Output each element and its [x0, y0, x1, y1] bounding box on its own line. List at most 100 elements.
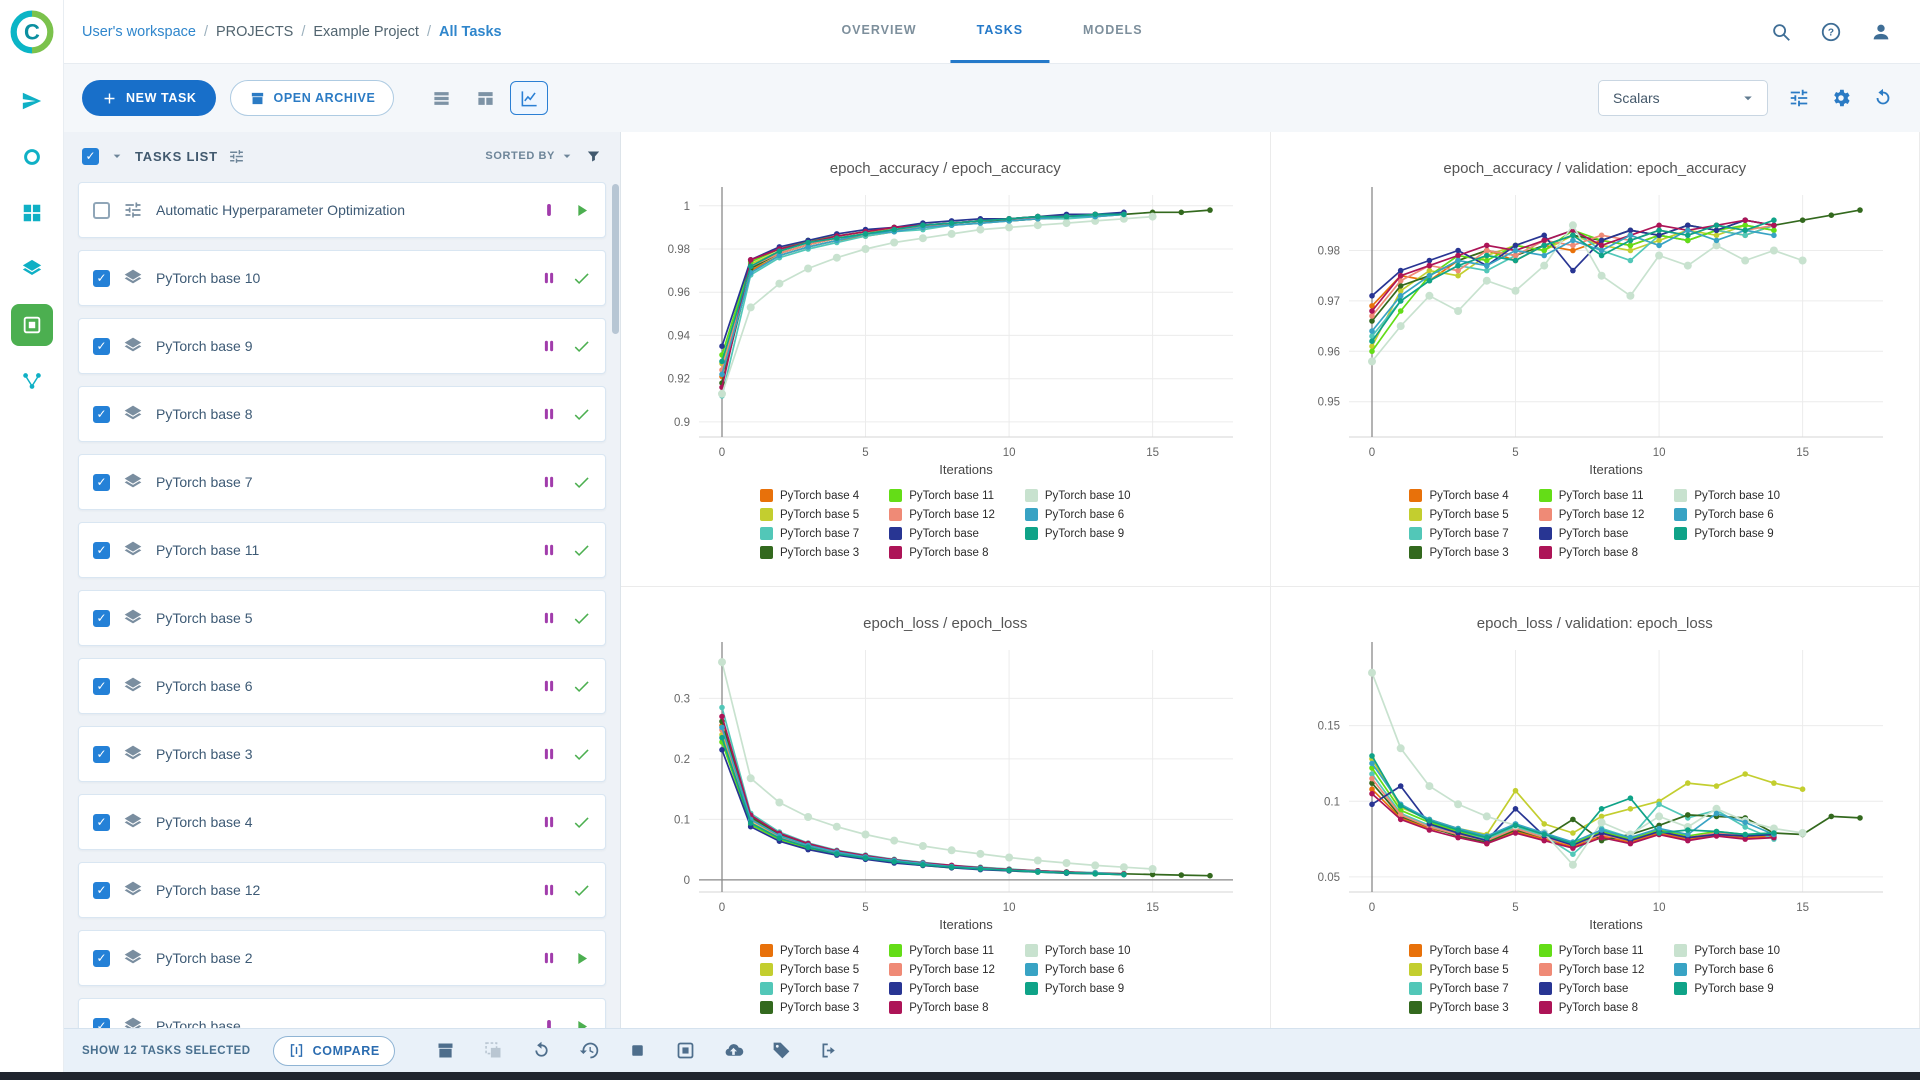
- legend-item[interactable]: PyTorch base 4: [1409, 944, 1509, 957]
- task-checkbox[interactable]: [93, 473, 110, 491]
- legend-item[interactable]: PyTorch base 3: [1409, 546, 1509, 559]
- task-checkbox[interactable]: [93, 337, 110, 355]
- chart-plot[interactable]: 0.95 0.96 0.97 0.98 0 5 10 15 Iterations: [1285, 181, 1905, 481]
- refresh-button[interactable]: [1872, 87, 1894, 109]
- user-button[interactable]: [1870, 21, 1892, 43]
- select-all-checkbox[interactable]: [82, 147, 99, 165]
- help-button[interactable]: ?: [1820, 21, 1842, 43]
- tune-button[interactable]: [1788, 87, 1810, 109]
- select-all-caret-icon[interactable]: [109, 148, 125, 164]
- task-row[interactable]: PyTorch base 11: [78, 522, 606, 578]
- legend-item[interactable]: PyTorch base 7: [759, 982, 859, 995]
- sidebar-item-pipelines[interactable]: [11, 360, 53, 402]
- legend-item[interactable]: PyTorch base 10: [1674, 944, 1780, 957]
- legend-item[interactable]: PyTorch base 7: [759, 527, 859, 540]
- legend-item[interactable]: PyTorch base 3: [759, 546, 859, 559]
- clearml-logo-icon[interactable]: C: [10, 10, 54, 54]
- legend-item[interactable]: PyTorch base: [1538, 982, 1645, 995]
- table-view-button[interactable]: [422, 81, 460, 115]
- sorted-by-control[interactable]: SORTED BY: [485, 148, 575, 164]
- legend-item[interactable]: PyTorch base 5: [759, 963, 859, 976]
- legend-item[interactable]: PyTorch base 9: [1024, 527, 1131, 540]
- legend-item[interactable]: PyTorch base 8: [1538, 546, 1645, 559]
- clone-button[interactable]: [483, 1040, 505, 1062]
- compare-button[interactable]: COMPARE: [272, 1035, 395, 1066]
- legend-item[interactable]: PyTorch base 9: [1674, 982, 1780, 995]
- task-checkbox[interactable]: [93, 881, 110, 899]
- legend-item[interactable]: PyTorch base 12: [889, 963, 995, 976]
- task-checkbox[interactable]: [93, 813, 110, 831]
- task-checkbox[interactable]: [93, 541, 110, 559]
- tasks-scrollbar[interactable]: [612, 184, 619, 1022]
- legend-item[interactable]: PyTorch base 3: [759, 1001, 859, 1014]
- tasks-scrollbar-thumb[interactable]: [612, 184, 619, 334]
- legend-item[interactable]: PyTorch base 6: [1674, 963, 1780, 976]
- sidebar-item-workers[interactable]: [11, 192, 53, 234]
- task-checkbox[interactable]: [93, 1017, 110, 1028]
- breadcrumb-item[interactable]: All Tasks: [439, 24, 502, 40]
- legend-item[interactable]: PyTorch base 10: [1674, 489, 1780, 502]
- task-row[interactable]: PyTorch base 3: [78, 726, 606, 782]
- legend-item[interactable]: PyTorch base 9: [1024, 982, 1131, 995]
- legend-item[interactable]: PyTorch base: [889, 982, 995, 995]
- tag-button[interactable]: [771, 1040, 793, 1062]
- compare-view-button[interactable]: [510, 81, 549, 115]
- selected-count-label[interactable]: SHOW 12 TASKS SELECTED: [82, 1045, 251, 1057]
- tab-overview[interactable]: OVERVIEW: [815, 0, 942, 63]
- sidebar-item-datasets[interactable]: [11, 248, 53, 290]
- chart-plot[interactable]: 0.05 0.1 0.15 0 5 10 15 Iterations: [1285, 636, 1905, 936]
- filter-icon[interactable]: [585, 148, 602, 165]
- new-task-button[interactable]: NEW TASK: [82, 80, 216, 116]
- sidebar-item-getting-started[interactable]: [11, 80, 53, 122]
- task-checkbox[interactable]: [93, 677, 110, 695]
- legend-item[interactable]: PyTorch base: [889, 527, 995, 540]
- legend-item[interactable]: PyTorch base 4: [759, 944, 859, 957]
- breadcrumb-item[interactable]: PROJECTS: [216, 24, 293, 40]
- legend-item[interactable]: PyTorch base 12: [1538, 508, 1644, 521]
- legend-item[interactable]: PyTorch base 10: [1024, 944, 1131, 957]
- task-checkbox[interactable]: [93, 405, 110, 423]
- legend-item[interactable]: PyTorch base 5: [1409, 963, 1509, 976]
- task-row[interactable]: PyTorch base 8: [78, 386, 606, 442]
- sidebar-item-queues[interactable]: [11, 136, 53, 178]
- cloud-button[interactable]: [723, 1040, 745, 1062]
- legend-item[interactable]: PyTorch base 4: [759, 489, 859, 502]
- legend-item[interactable]: PyTorch base 11: [889, 944, 995, 957]
- frame-button[interactable]: [675, 1040, 697, 1062]
- sidebar-item-projects[interactable]: [10, 304, 53, 346]
- chart-plot[interactable]: 0.90.920.940.960.9810 5 10 15Iterations: [635, 181, 1255, 481]
- task-checkbox[interactable]: [93, 269, 110, 287]
- search-button[interactable]: [1770, 21, 1792, 43]
- history-button[interactable]: [579, 1040, 601, 1062]
- task-row[interactable]: PyTorch base 6: [78, 658, 606, 714]
- archive-button[interactable]: [435, 1040, 457, 1062]
- legend-item[interactable]: PyTorch base 7: [1409, 527, 1509, 540]
- legend-item[interactable]: PyTorch base 11: [1538, 944, 1645, 957]
- task-checkbox[interactable]: [93, 949, 110, 967]
- legend-item[interactable]: PyTorch base: [1538, 527, 1645, 540]
- details-view-button[interactable]: [466, 81, 504, 115]
- legend-item[interactable]: PyTorch base 8: [889, 1001, 995, 1014]
- legend-item[interactable]: PyTorch base 8: [1538, 1001, 1645, 1014]
- task-row[interactable]: PyTorch base: [78, 998, 606, 1028]
- task-row[interactable]: PyTorch base 10: [78, 250, 606, 306]
- legend-item[interactable]: PyTorch base 6: [1024, 508, 1131, 521]
- list-settings-icon[interactable]: [228, 148, 245, 165]
- legend-item[interactable]: PyTorch base 7: [1409, 982, 1509, 995]
- legend-item[interactable]: PyTorch base 8: [889, 546, 995, 559]
- legend-item[interactable]: PyTorch base 11: [889, 489, 995, 502]
- metric-view-select[interactable]: Scalars: [1598, 80, 1768, 116]
- task-row[interactable]: PyTorch base 4: [78, 794, 606, 850]
- legend-item[interactable]: PyTorch base 4: [1409, 489, 1509, 502]
- legend-item[interactable]: PyTorch base 10: [1024, 489, 1131, 502]
- task-row[interactable]: PyTorch base 12: [78, 862, 606, 918]
- task-row[interactable]: PyTorch base 7: [78, 454, 606, 510]
- chart-plot[interactable]: 0 0.1 0.2 0.3 0 5 10 15 Iterations: [635, 636, 1255, 936]
- breadcrumb-item[interactable]: Example Project: [313, 24, 419, 40]
- legend-item[interactable]: PyTorch base 5: [759, 508, 859, 521]
- task-checkbox[interactable]: [93, 745, 110, 763]
- legend-item[interactable]: PyTorch base 9: [1674, 527, 1780, 540]
- tab-tasks[interactable]: TASKS: [950, 0, 1050, 63]
- legend-item[interactable]: PyTorch base 12: [1538, 963, 1644, 976]
- legend-item[interactable]: PyTorch base 3: [1409, 1001, 1509, 1014]
